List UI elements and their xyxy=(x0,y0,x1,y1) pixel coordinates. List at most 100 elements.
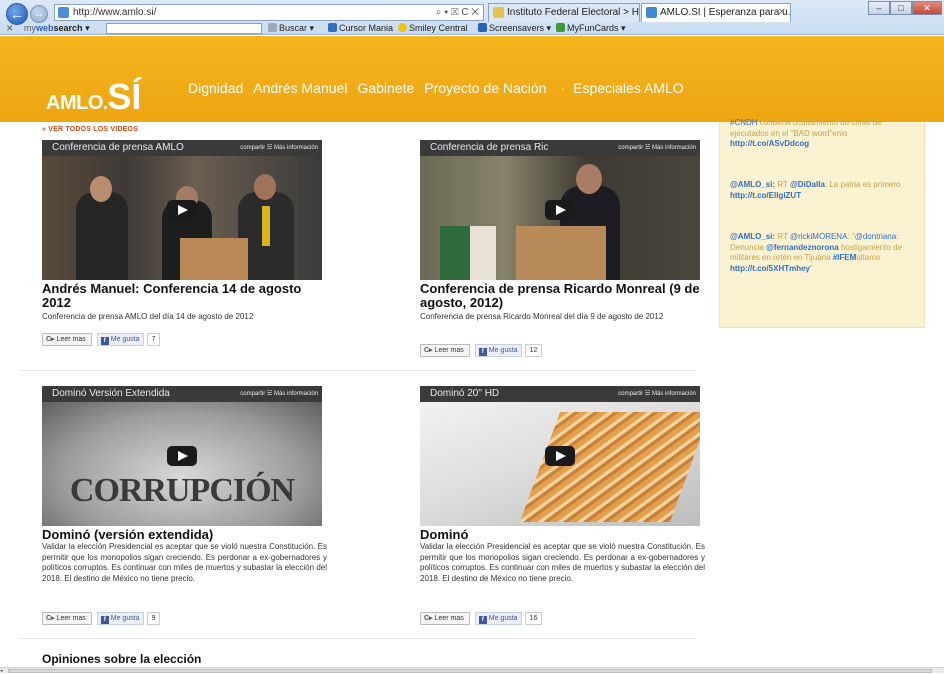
play-icon[interactable] xyxy=(545,446,575,466)
leer-mas-button[interactable]: C▸ Leer mas xyxy=(420,343,470,357)
site-header: AMLO.SÍ Dignidad Andrés Manuel Gabinete … xyxy=(0,36,944,122)
logo-si: SÍ xyxy=(107,76,142,117)
me-gusta-button[interactable]: f Me gusta xyxy=(474,343,522,357)
tweet-text: " xyxy=(810,263,813,273)
tweet-user[interactable]: @AMLO_si: xyxy=(730,232,775,241)
video-1-actions: C▸ Leer mas f Me gusta 7 xyxy=(42,332,161,346)
toolbar-close-icon[interactable]: ✕ xyxy=(6,22,14,35)
tweet-mention[interactable]: @fernandeznorona xyxy=(766,243,839,252)
video-4-desc: Validar la elección Presidencial es acep… xyxy=(420,542,705,583)
video-player-4[interactable]: Dominó 20" HD compartir ☱ Más informació… xyxy=(420,386,700,526)
video-player-2[interactable]: Conferencia de prensa Ric compartir ☱ Má… xyxy=(420,140,700,280)
tweet-mention[interactable]: @DiDalla xyxy=(790,180,825,189)
play-icon[interactable] xyxy=(167,200,197,220)
cursor-mania-link[interactable]: Cursor Mania xyxy=(328,22,393,35)
video-player-3[interactable]: CORRUPCIÓN Dominó Versión Extendida comp… xyxy=(42,386,322,526)
share-icon: C▸ xyxy=(46,614,55,622)
ife-favicon-icon xyxy=(493,7,504,18)
tab-ife[interactable]: Instituto Federal Electoral > Ho... xyxy=(488,3,640,22)
facebook-icon: f xyxy=(478,615,487,624)
tweet-3: @AMLO_si: RT @rickiMORENA: "@dontriana: … xyxy=(730,232,918,274)
buscar-button[interactable]: Buscar ▾ xyxy=(268,22,314,35)
brand-web: web xyxy=(36,23,54,33)
video-player-1[interactable]: Conferencia de prensa AMLO compartir ☱ M… xyxy=(42,140,322,280)
video-3-title[interactable]: Dominó (versión extendida) xyxy=(42,528,332,542)
caret-icon: ▾ xyxy=(309,23,315,33)
tweet-rt: RT xyxy=(775,180,790,189)
forward-button[interactable]: → xyxy=(30,5,48,23)
row-divider xyxy=(20,370,696,371)
forward-icon: → xyxy=(33,8,45,20)
cursor-mania-label: Cursor Mania xyxy=(339,23,394,33)
address-bar[interactable]: http://www.amlo.si/ ⌕ ▾ ☒ C ✕ xyxy=(54,4,484,21)
maximize-button[interactable]: □ xyxy=(890,1,912,15)
scrollbar-thumb[interactable] xyxy=(8,669,932,673)
video-tools[interactable]: compartir ☱ Más información xyxy=(618,140,696,156)
video-1-title[interactable]: Andrés Manuel: Conferencia 14 de agosto … xyxy=(42,282,332,310)
play-icon[interactable] xyxy=(167,446,197,466)
leer-mas-button[interactable]: C▸ Leer mas xyxy=(42,332,92,346)
tweet-link[interactable]: http://t.co/EllgiZUT xyxy=(730,191,801,200)
tweet-link[interactable]: http://t.co/5XHTmhey xyxy=(730,264,810,273)
cursor-icon xyxy=(328,23,337,32)
close-window-button[interactable]: ✕ xyxy=(912,1,942,15)
video-3-desc: Validar la elección Presidencial es acep… xyxy=(42,542,327,583)
amlo-si-logo[interactable]: AMLO.SÍ xyxy=(46,76,141,118)
screensavers-link[interactable]: Screensavers ▾ xyxy=(478,22,551,35)
nav-gabinete[interactable]: Gabinete xyxy=(357,80,414,96)
nav-especiales-amlo[interactable]: Especiales AMLO xyxy=(573,80,684,96)
video-tools[interactable]: compartir ☱ Más información xyxy=(240,386,318,402)
smiley-central-label: Smiley Central xyxy=(409,23,468,33)
share-icon: C▸ xyxy=(424,614,433,622)
leer-mas-button[interactable]: C▸ Leer mas xyxy=(42,611,92,625)
nav-dignidad[interactable]: Dignidad xyxy=(188,80,243,96)
me-gusta-label: Me gusta xyxy=(110,614,140,622)
mywebsearch-logo[interactable]: mywebsearch ▾ xyxy=(24,22,90,35)
video-3-actions: C▸ Leer mas f Me gusta 9 xyxy=(42,611,161,625)
nav-separator: · xyxy=(560,80,566,96)
leer-mas-label: Leer mas xyxy=(434,346,464,354)
horizontal-scrollbar[interactable]: ◂ xyxy=(0,667,944,674)
share-label: compartir xyxy=(618,391,644,397)
minimize-button[interactable]: – xyxy=(868,1,890,15)
buscar-label: Buscar xyxy=(279,23,308,33)
tab-close-icon[interactable]: ✕ xyxy=(778,4,786,21)
screensaver-icon xyxy=(478,23,487,32)
tweet-mention[interactable]: @dontriana xyxy=(855,232,896,241)
me-gusta-label: Me gusta xyxy=(110,335,140,343)
caret-icon: ▾ xyxy=(546,23,552,33)
me-gusta-button[interactable]: f Me gusta xyxy=(474,611,522,625)
brand-search: search xyxy=(53,23,83,33)
me-gusta-button[interactable]: f Me gusta xyxy=(96,611,144,625)
tweet-user[interactable]: @AMLO_si: xyxy=(730,180,775,189)
address-controls[interactable]: ⌕ ▾ ☒ C ✕ xyxy=(436,5,479,20)
me-gusta-button[interactable]: f Me gusta xyxy=(96,332,144,346)
tweet-mention[interactable]: @rickiMORENA xyxy=(790,232,847,241)
more-info-label: Más información xyxy=(651,145,696,151)
play-icon[interactable] xyxy=(545,200,575,220)
nav-andres-manuel[interactable]: Andrés Manuel xyxy=(253,80,347,96)
ver-todos-videos-link[interactable]: » VER TODOS LOS VIDEOS xyxy=(42,126,138,133)
tweet-hashtag[interactable]: #IFEM xyxy=(833,253,857,262)
myfuncards-link[interactable]: MyFunCards ▾ xyxy=(556,22,626,35)
tab-amlo[interactable]: AMLO.SI | Esperanza para u... ✕ xyxy=(641,3,791,22)
main-nav: Dignidad Andrés Manuel Gabinete Proyecto… xyxy=(188,80,694,96)
video-2-title[interactable]: Conferencia de prensa Ricardo Monreal (9… xyxy=(420,282,710,310)
leer-mas-button[interactable]: C▸ Leer mas xyxy=(420,611,470,625)
me-gusta-label: Me gusta xyxy=(488,614,518,622)
tweet-text: : La patria es primero xyxy=(824,180,901,189)
back-icon: ← xyxy=(10,6,24,22)
scroll-left-icon[interactable]: ◂ xyxy=(0,668,3,674)
toolbar-search-input[interactable] xyxy=(106,23,262,34)
leer-mas-label: Leer mas xyxy=(56,614,86,622)
main-content: » VER TODOS LOS VIDEOS Conferencia de pr… xyxy=(0,118,944,667)
video-tools[interactable]: compartir ☱ Más información xyxy=(618,386,696,402)
nav-proyecto-de-nacion[interactable]: Proyecto de Nación xyxy=(424,80,546,96)
video-4-title[interactable]: Dominó xyxy=(420,528,710,542)
tweet-link[interactable]: http://t.co/ASvDdcog xyxy=(730,139,809,148)
tweet-hashtag[interactable]: #CNDH xyxy=(730,118,758,127)
smiley-central-link[interactable]: Smiley Central xyxy=(398,22,468,35)
tweet-1: #CNDH condena ocultamiento de cifras de … xyxy=(730,118,918,150)
like-count: 7 xyxy=(146,332,161,346)
video-tools[interactable]: compartir ☱ Más información xyxy=(240,140,318,156)
